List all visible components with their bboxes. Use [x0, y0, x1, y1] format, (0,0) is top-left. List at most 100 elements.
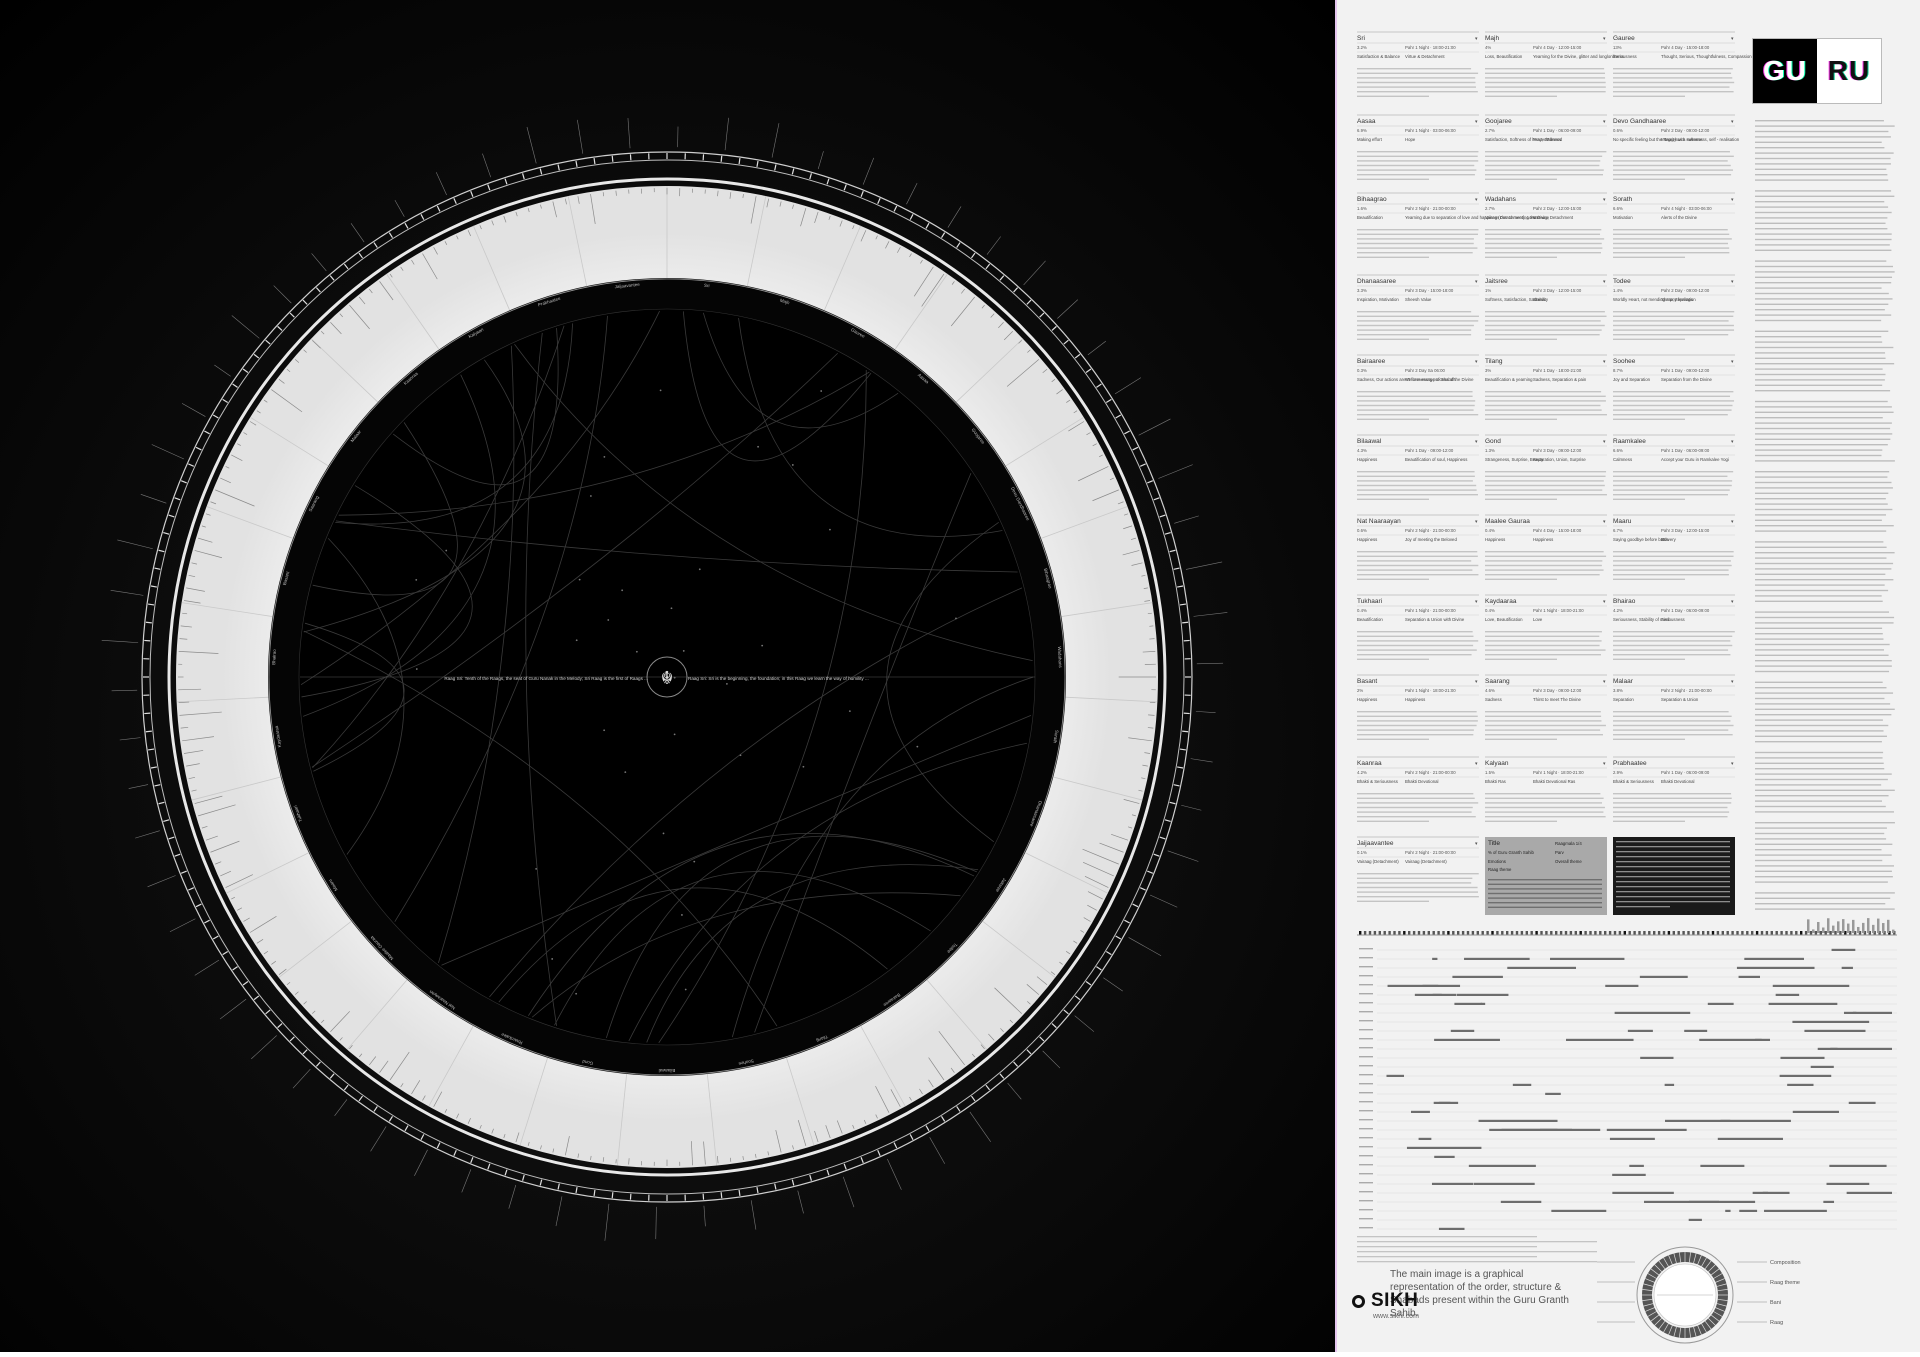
raag-name: Soohee [1613, 358, 1636, 365]
text-line [1357, 339, 1429, 340]
raag-percent: 0.1% [1357, 850, 1367, 855]
text-line [1357, 174, 1475, 175]
text-line [1357, 229, 1478, 230]
scatter-dot [663, 833, 665, 835]
outer-tick [1096, 967, 1101, 970]
note-line [1755, 120, 1884, 121]
outer-tick [957, 243, 960, 248]
text-line [1485, 654, 1601, 655]
text-line [1357, 739, 1429, 740]
key-time: Raagmala 1/4 [1555, 841, 1582, 846]
text-line [1488, 907, 1602, 908]
timeline-segment [1832, 949, 1856, 951]
timeline-tick [1604, 931, 1606, 935]
note-line [1755, 439, 1890, 440]
note-line [1755, 644, 1890, 645]
raag-name: Bhairao [1613, 598, 1636, 605]
text-line [1357, 238, 1474, 239]
timeline-segment [1842, 967, 1853, 969]
timeline-segment [1753, 1192, 1790, 1194]
note-line [1755, 871, 1892, 872]
text-line [1613, 400, 1734, 401]
note-line [1755, 568, 1891, 569]
raag-theme: Joy of meeting the Beloved [1405, 537, 1457, 542]
timeline-row-label [1359, 1182, 1373, 1183]
timeline-row-label [1359, 1164, 1373, 1165]
text-line [1357, 419, 1429, 420]
text-line [1613, 649, 1728, 650]
raag-theme: Accept your Guru in Ramkalee Yogi [1661, 457, 1729, 462]
note-line [1755, 714, 1891, 715]
text-line [1616, 846, 1730, 847]
text-line [1485, 252, 1601, 253]
expand-icon: ▾ [1475, 197, 1478, 203]
raag-time: Pahr 2 Day Sa 06:00 [1405, 368, 1446, 373]
text-line [1485, 419, 1557, 420]
timeline-segment [1540, 1129, 1600, 1131]
note-line [1755, 584, 1885, 585]
timeline-tick [1491, 931, 1493, 935]
timeline-segment [1847, 1192, 1892, 1194]
timeline-tick [1398, 931, 1400, 935]
text-line [1613, 716, 1732, 717]
raag-name: Basant [1357, 678, 1377, 685]
outer-tick [196, 447, 201, 450]
outer-label-stroke [843, 1177, 854, 1207]
outer-tick [223, 951, 228, 954]
text-line [1616, 856, 1730, 857]
raag-name: Kaanraa [1357, 760, 1382, 767]
outer-label-stroke [906, 183, 917, 204]
note-line [1755, 476, 1887, 477]
raag-time: Pahr 1 Night · 03:00-06:00 [1405, 128, 1456, 133]
outer-tick [1040, 1037, 1044, 1041]
outer-tick [344, 264, 348, 269]
note-line [1755, 422, 1892, 423]
note-line [1755, 266, 1893, 267]
note-line [1755, 201, 1884, 202]
text-line [1357, 471, 1475, 472]
outer-tick [540, 169, 541, 175]
text-line [1357, 556, 1478, 557]
note-line [1755, 401, 1888, 402]
raag-card: Maalee Gauraa▾0.4%Pahr 4 Day · 15:00-18:… [1485, 515, 1607, 580]
expand-icon: ▾ [1731, 679, 1734, 685]
raag-card: Raamkalee▾6.6%Pahr 1 Day · 06:00-09:00Ca… [1613, 435, 1735, 500]
outer-tick [359, 253, 363, 258]
scatter-dot [603, 729, 605, 731]
timeline-tick [1629, 931, 1631, 935]
text-line [1357, 802, 1478, 803]
note-line [1755, 282, 1891, 283]
note-line [1755, 287, 1882, 288]
timeline-segment [1640, 976, 1688, 978]
timeline-segment [1830, 1048, 1892, 1050]
text-line [1613, 636, 1732, 637]
outer-tick [1174, 568, 1180, 569]
timeline-segment [1439, 1102, 1458, 1104]
timeline-segment [1640, 1057, 1673, 1059]
timeline-row-label [1359, 1227, 1373, 1228]
outer-tick [926, 1126, 929, 1131]
raag-card: Kaydaaraa▾0.4%Pahr 1 Night · 18:00-21:00… [1485, 595, 1607, 660]
expand-icon: ▾ [1731, 279, 1734, 285]
outer-tick [576, 161, 577, 167]
timeline-segment [1432, 1183, 1473, 1185]
scatter-dot [575, 993, 577, 995]
text-line [1488, 893, 1602, 894]
note-line [1755, 352, 1885, 353]
text-line [1357, 257, 1429, 258]
raag-card: Bilaawal▾4.3%Pahr 1 Day · 09:00-12:00Hap… [1357, 435, 1479, 500]
note-line [1755, 822, 1895, 823]
text-line [1488, 897, 1602, 898]
expand-icon: ▾ [1731, 197, 1734, 203]
timeline-segment [1454, 1003, 1482, 1005]
raag-card: Dhanaasaree▾3.3%Pahr 3 Day · 15:00-18:00… [1357, 275, 1479, 340]
raag-theme: Bhakti Devotional [1405, 779, 1438, 784]
outer-label-stroke [335, 1099, 347, 1115]
timeline-segment [1689, 1219, 1702, 1221]
scatter-dot [955, 617, 957, 619]
timeline-tick [1746, 931, 1748, 935]
timeline-tick [1413, 931, 1415, 935]
text-line [1616, 871, 1730, 872]
outer-tick [721, 156, 722, 162]
scatter-dot [820, 390, 822, 392]
